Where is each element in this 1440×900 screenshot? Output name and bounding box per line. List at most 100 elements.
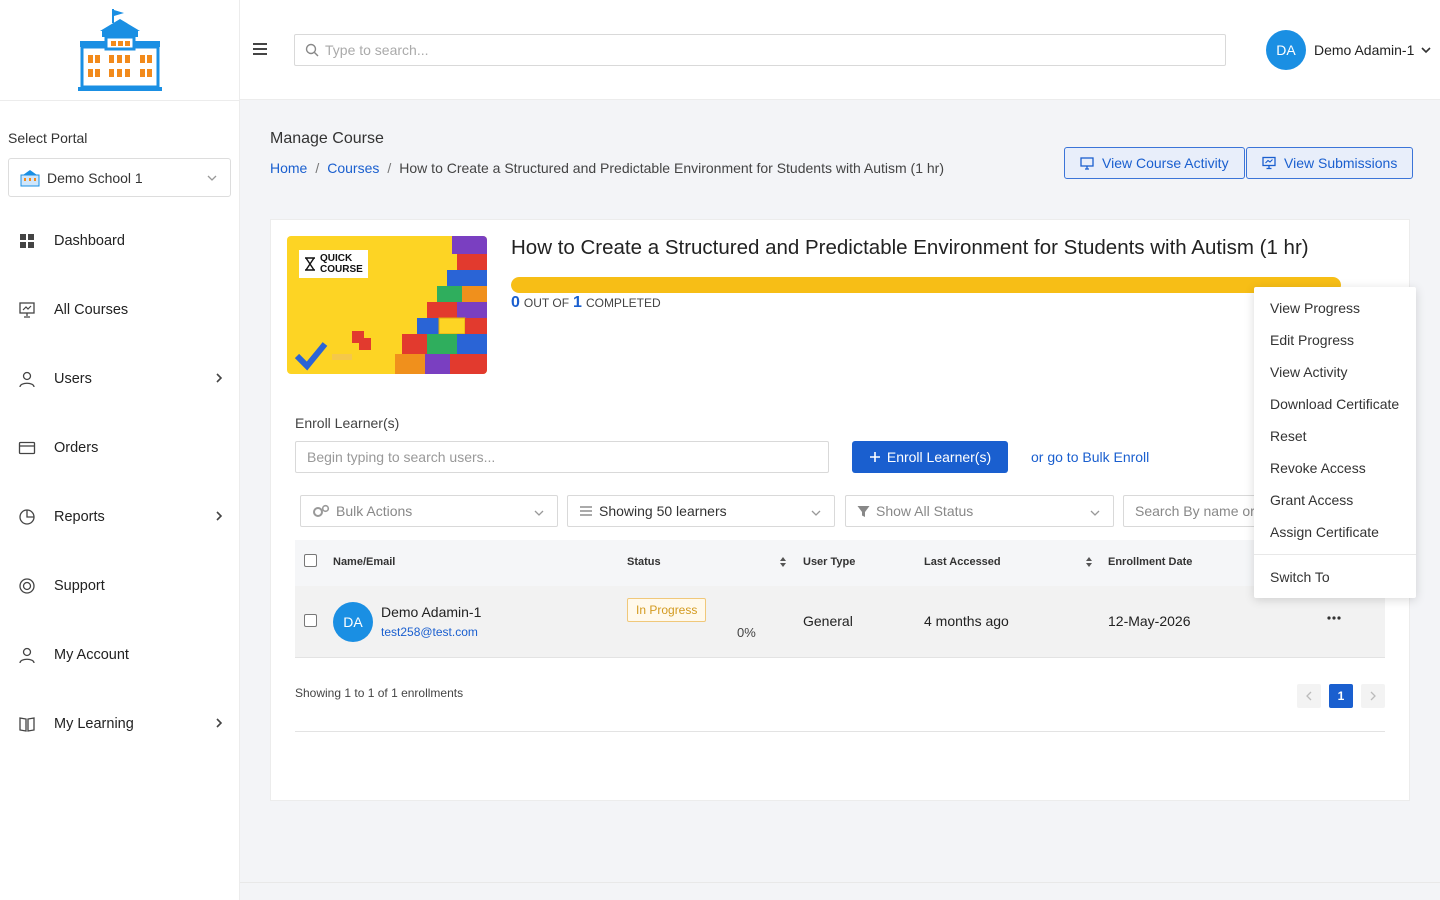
menu-item-switch-to[interactable]: Switch To — [1270, 569, 1330, 585]
column-name-email[interactable]: Name/Email — [333, 556, 395, 568]
status-filter-select[interactable]: Show All Status — [845, 495, 1114, 527]
avatar: DA — [1266, 30, 1306, 70]
sidebar-item-my-learning[interactable]: My Learning — [0, 704, 240, 744]
enroll-learners-button[interactable]: Enroll Learner(s) — [852, 441, 1008, 473]
course-progress-text: 0 OUT OF 1 COMPLETED — [511, 294, 661, 312]
user-menu[interactable]: DA Demo Adamin-1 — [1266, 30, 1432, 70]
column-user-type[interactable]: User Type — [803, 556, 855, 568]
menu-item-view-activity[interactable]: View Activity — [1270, 364, 1348, 380]
bulk-enroll-link[interactable]: or go to Bulk Enroll — [1031, 449, 1149, 465]
portal-select[interactable]: Demo School 1 — [8, 158, 231, 197]
learner-search[interactable]: Search By name or — [1123, 495, 1263, 527]
sidebar-item-label: Support — [54, 578, 105, 594]
pagination-info: Showing 1 to 1 of 1 enrollments — [295, 686, 464, 700]
bulk-actions-label: Bulk Actions — [336, 503, 413, 519]
total-count: 1 — [573, 294, 582, 311]
menu-item-revoke-access[interactable]: Revoke Access — [1270, 460, 1366, 476]
quick-course-badge: QUICK COURSE — [299, 250, 368, 278]
chevron-right-icon — [1370, 691, 1376, 701]
sidebar-item-label: My Account — [54, 647, 129, 663]
learner-search-placeholder: Search By name or — [1135, 503, 1255, 519]
gears-icon — [313, 504, 330, 517]
logo[interactable] — [0, 0, 239, 101]
sidebar-item-dashboard[interactable]: Dashboard — [0, 221, 240, 261]
enroll-learners-label: Enroll Learner(s) — [886, 449, 992, 465]
global-search-input[interactable] — [325, 42, 1205, 58]
learners-count-label: Showing 50 learners — [599, 503, 727, 519]
completed-count: 0 — [511, 294, 520, 311]
sidebar-item-users[interactable]: Users — [0, 359, 240, 399]
sidebar-item-label: My Learning — [54, 716, 134, 732]
chevron-down-icon — [811, 510, 821, 516]
presentation-icon — [1262, 156, 1276, 170]
select-all-checkbox[interactable] — [304, 554, 317, 567]
breadcrumb-separator: / — [315, 160, 320, 176]
status-badge: In Progress — [627, 598, 707, 622]
menu-item-grant-access[interactable]: Grant Access — [1270, 492, 1353, 508]
avatar: DA — [333, 602, 373, 642]
sidebar-item-label: Reports — [54, 509, 105, 525]
badge-line-2: COURSE — [320, 264, 363, 275]
menu-item-download-certificate[interactable]: Download Certificate — [1270, 396, 1399, 412]
completed-text: COMPLETED — [585, 296, 661, 310]
sidebar-item-reports[interactable]: Reports — [0, 497, 240, 537]
enroll-search-input[interactable] — [295, 441, 829, 473]
grid-icon — [18, 232, 36, 250]
menu-item-view-progress[interactable]: View Progress — [1270, 300, 1360, 316]
learner-email[interactable]: test258@test.com — [381, 625, 478, 639]
menu-item-edit-progress[interactable]: Edit Progress — [1270, 332, 1354, 348]
lifebuoy-icon — [18, 577, 36, 595]
sort-icon[interactable] — [1085, 556, 1093, 568]
sidebar-item-label: All Courses — [54, 302, 129, 318]
chevron-down-icon — [1090, 510, 1100, 516]
sidebar-item-my-account[interactable]: My Account — [0, 635, 240, 675]
sidebar-item-label: Users — [54, 371, 92, 387]
course-title: How to Create a Structured and Predictab… — [511, 236, 1309, 259]
pagination-page[interactable]: 1 — [1329, 684, 1353, 708]
learners-count-select[interactable]: Showing 50 learners — [567, 495, 835, 527]
bulk-actions-select[interactable]: Bulk Actions — [300, 495, 558, 527]
pagination-prev[interactable] — [1297, 684, 1321, 708]
last-accessed: 4 months ago — [924, 613, 1009, 629]
row-actions-menu: View Progress Edit Progress View Activit… — [1254, 287, 1416, 598]
sidebar-item-support[interactable]: Support — [0, 566, 240, 606]
menu-item-reset[interactable]: Reset — [1270, 428, 1307, 444]
sort-icon[interactable] — [779, 556, 787, 568]
book-icon — [18, 715, 36, 733]
pagination-next[interactable] — [1361, 684, 1385, 708]
more-options-icon[interactable] — [1327, 616, 1341, 620]
global-search[interactable] — [294, 34, 1226, 66]
out-of-text: OUT OF — [523, 296, 570, 310]
user-name: Demo Adamin-1 — [1314, 42, 1415, 58]
row-checkbox[interactable] — [304, 614, 317, 627]
view-course-activity-button[interactable]: View Course Activity — [1064, 147, 1245, 179]
enrollment-date: 12-May-2026 — [1108, 613, 1191, 629]
column-status[interactable]: Status — [627, 556, 661, 568]
column-enrollment-date[interactable]: Enrollment Date — [1108, 556, 1192, 568]
sidebar-item-label: Dashboard — [54, 233, 125, 249]
search-icon — [305, 43, 319, 57]
list-icon — [580, 506, 592, 516]
divider — [295, 731, 1385, 732]
learner-name: Demo Adamin-1 — [381, 604, 482, 620]
view-submissions-label: View Submissions — [1284, 155, 1398, 171]
hamburger-menu-icon[interactable] — [252, 42, 268, 56]
chevron-down-icon — [207, 175, 217, 181]
column-last-accessed[interactable]: Last Accessed — [924, 556, 1001, 568]
user-type: General — [803, 613, 853, 629]
sidebar-item-label: Orders — [54, 440, 99, 456]
sidebar-item-orders[interactable]: Orders — [0, 428, 240, 468]
table-header: Name/Email Status User Type Last Accesse… — [295, 540, 1385, 586]
page-title: Manage Course — [270, 130, 384, 147]
view-course-activity-label: View Course Activity — [1102, 155, 1229, 171]
user-icon — [18, 370, 36, 388]
breadcrumb-courses[interactable]: Courses — [327, 160, 379, 176]
view-submissions-button[interactable]: View Submissions — [1246, 147, 1414, 179]
course-card: QUICK COURSE How to Create a Structured … — [270, 219, 1410, 801]
menu-item-assign-certificate[interactable]: Assign Certificate — [1270, 524, 1379, 540]
pie-chart-icon — [18, 508, 36, 526]
breadcrumb-home[interactable]: Home — [270, 160, 307, 176]
sidebar-item-all-courses[interactable]: All Courses — [0, 290, 240, 330]
menu-divider — [1254, 554, 1416, 555]
card-icon — [18, 439, 36, 457]
